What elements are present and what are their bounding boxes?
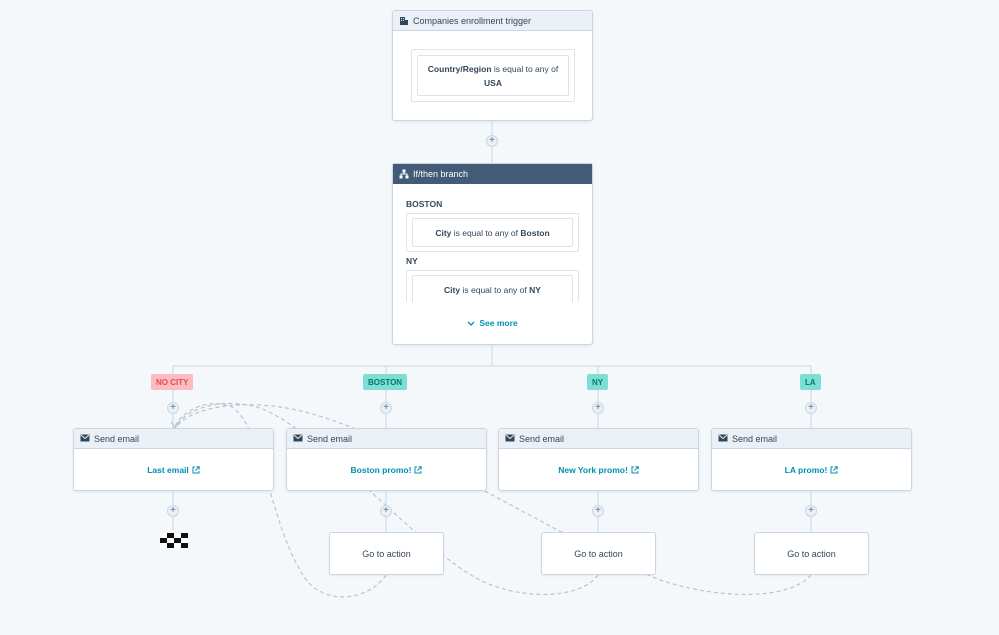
- branch-tag-la: LA: [800, 374, 821, 390]
- email-link[interactable]: Boston promo!: [351, 465, 412, 475]
- trigger-filter-operator: is equal to any of: [493, 63, 559, 74]
- send-email-header: Send email: [74, 429, 273, 449]
- branch-name-boston: BOSTON: [406, 199, 443, 209]
- branch-icon: [399, 169, 409, 179]
- email-link[interactable]: Last email: [147, 465, 189, 475]
- branch-filter-field: City: [435, 227, 452, 238]
- send-email-title: Send email: [307, 433, 353, 444]
- envelope-icon: [80, 434, 90, 444]
- email-link[interactable]: LA promo!: [785, 465, 828, 475]
- email-link[interactable]: New York promo!: [558, 465, 628, 475]
- go-to-action-boston[interactable]: Go to action: [329, 532, 444, 575]
- chevron-down-icon: [467, 314, 475, 332]
- enrollment-trigger-card[interactable]: Companies enrollment trigger Country/Reg…: [392, 10, 593, 121]
- send-email-title: Send email: [94, 433, 140, 444]
- branch-filter-group-boston: City is equal to any of Boston: [406, 213, 579, 252]
- add-action-button[interactable]: +: [592, 505, 604, 517]
- add-action-button[interactable]: +: [592, 402, 604, 414]
- see-more-link[interactable]: See more: [393, 314, 592, 332]
- add-action-button[interactable]: +: [380, 505, 392, 517]
- send-email-card-boston[interactable]: Send email Boston promo!: [286, 428, 487, 491]
- branch-filter-operator: is equal to any of: [453, 227, 519, 238]
- branch-filter-operator: is equal to any of: [462, 285, 527, 295]
- branch-name-ny: NY: [406, 256, 418, 266]
- trigger-filter-field: Country/Region: [427, 63, 492, 74]
- add-action-button[interactable]: +: [167, 505, 179, 517]
- add-action-button[interactable]: +: [486, 135, 498, 147]
- branch-filter-boston[interactable]: City is equal to any of Boston: [412, 218, 573, 247]
- branch-tag-boston: BOSTON: [363, 374, 408, 390]
- add-action-button[interactable]: +: [167, 402, 179, 414]
- external-link-icon[interactable]: [414, 461, 423, 479]
- send-email-title: Send email: [732, 433, 778, 444]
- add-action-button[interactable]: +: [805, 402, 817, 414]
- send-email-header: Send email: [287, 429, 486, 449]
- trigger-filter-value: USA: [484, 77, 502, 88]
- external-link-icon[interactable]: [192, 461, 200, 479]
- trigger-filter-group: Country/Region is equal to any of USA: [411, 49, 575, 102]
- envelope-icon: [718, 434, 728, 444]
- if-then-branch-title: If/then branch: [413, 168, 469, 179]
- trigger-filter[interactable]: Country/Region is equal to any of USA: [417, 55, 569, 96]
- envelope-icon: [505, 434, 515, 444]
- send-email-card-la[interactable]: Send email LA promo!: [711, 428, 912, 491]
- send-email-title: Send email: [519, 433, 565, 444]
- branch-filter-value: NY: [529, 285, 541, 295]
- if-then-branch-card[interactable]: If/then branch BOSTON City is equal to a…: [392, 163, 593, 345]
- send-email-header: Send email: [712, 429, 911, 449]
- branch-filter-group-ny: City is equal to any of NY: [406, 270, 579, 302]
- enrollment-trigger-title: Companies enrollment trigger: [413, 15, 532, 26]
- external-link-icon[interactable]: [830, 461, 839, 479]
- go-to-action-ny[interactable]: Go to action: [541, 532, 656, 575]
- branch-tag-no-city: NO CITY: [151, 374, 194, 390]
- envelope-icon: [293, 434, 303, 444]
- add-action-button[interactable]: +: [805, 505, 817, 517]
- branch-filter-field: City: [444, 285, 461, 295]
- add-action-button[interactable]: +: [380, 402, 392, 414]
- finish-flag-icon: [160, 533, 188, 553]
- send-email-card-ny[interactable]: Send email New York promo!: [498, 428, 699, 491]
- building-icon: [399, 16, 409, 26]
- go-to-action-la[interactable]: Go to action: [754, 532, 869, 575]
- send-email-card-no-city[interactable]: Send email Last email: [73, 428, 274, 491]
- branch-filter-ny[interactable]: City is equal to any of NY: [412, 275, 573, 302]
- if-then-branch-header: If/then branch: [393, 164, 592, 184]
- enrollment-trigger-header: Companies enrollment trigger: [393, 11, 592, 31]
- see-more-label: See more: [479, 318, 518, 328]
- branch-tag-ny: NY: [587, 374, 609, 390]
- send-email-header: Send email: [499, 429, 698, 449]
- external-link-icon[interactable]: [631, 461, 639, 479]
- branch-filter-value: Boston: [520, 227, 550, 238]
